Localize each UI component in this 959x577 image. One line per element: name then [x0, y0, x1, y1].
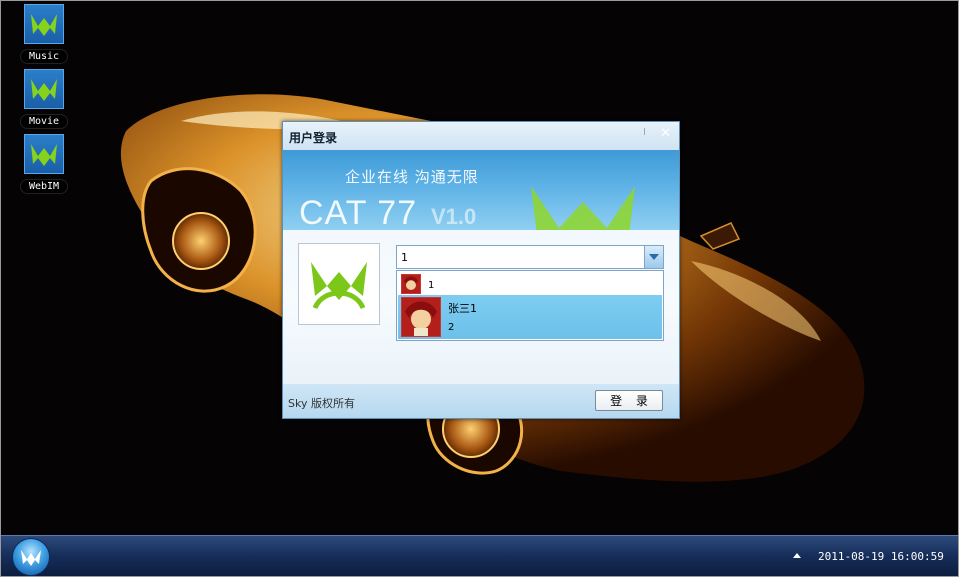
chevron-down-icon[interactable]	[644, 246, 663, 268]
desktop: Music Movie WebIM 用户登录 ✕ 企业在线 沟通无限 CAT 7…	[0, 0, 959, 577]
desktop-icon-label: WebIM	[20, 180, 68, 193]
desktop-icon-label: Movie	[20, 115, 68, 128]
app-logo-icon	[24, 134, 64, 174]
list-item-name: 张三1	[448, 302, 477, 315]
login-dialog: 用户登录 ✕ 企业在线 沟通无限 CAT 77 V1.0 1 1 张三1 2 S…	[282, 121, 680, 419]
app-logo-icon	[21, 550, 41, 566]
banner-slogan: 企业在线 沟通无限	[345, 168, 479, 186]
start-button[interactable]	[12, 538, 50, 576]
user-thumbnail	[401, 297, 441, 337]
desktop-icon-music[interactable]: Music	[4, 4, 84, 63]
desktop-icon-webim[interactable]: WebIM	[4, 134, 84, 193]
dialog-footer: Sky 版权所有 登 录	[283, 384, 679, 418]
list-item-id: 2	[448, 322, 455, 333]
app-logo-icon	[311, 262, 367, 310]
app-logo-icon	[24, 69, 64, 109]
banner-version: V1.0	[431, 204, 477, 229]
user-avatar	[298, 243, 380, 325]
taskbar-clock: 2011-08-19 16:00:59	[818, 550, 944, 563]
user-thumbnail	[401, 274, 421, 294]
tray-expand-icon[interactable]	[793, 553, 801, 558]
taskbar: 2011-08-19 16:00:59	[1, 535, 958, 576]
desktop-icon-label: Music	[20, 50, 68, 63]
list-item-label: 1	[428, 280, 435, 291]
dialog-banner: 企业在线 沟通无限 CAT 77 V1.0	[283, 150, 679, 230]
app-logo-icon	[24, 4, 64, 44]
copyright-text: Sky 版权所有	[288, 397, 355, 410]
banner-logo-icon	[531, 186, 635, 230]
banner-brand: CAT 77	[299, 194, 418, 230]
dialog-title: 用户登录	[289, 131, 338, 145]
list-item[interactable]: 1	[398, 272, 662, 294]
login-button[interactable]: 登 录	[595, 390, 663, 411]
account-combobox[interactable]: 1	[396, 245, 664, 269]
desktop-icon-movie[interactable]: Movie	[4, 69, 84, 128]
account-combobox-value: 1	[401, 251, 408, 264]
minimize-icon[interactable]	[644, 128, 645, 135]
list-item-selected[interactable]: 张三1 2	[398, 295, 662, 339]
close-icon[interactable]: ✕	[660, 126, 671, 141]
account-dropdown-list: 1 张三1 2	[396, 270, 664, 341]
dialog-title-bar[interactable]: 用户登录 ✕	[283, 122, 679, 150]
